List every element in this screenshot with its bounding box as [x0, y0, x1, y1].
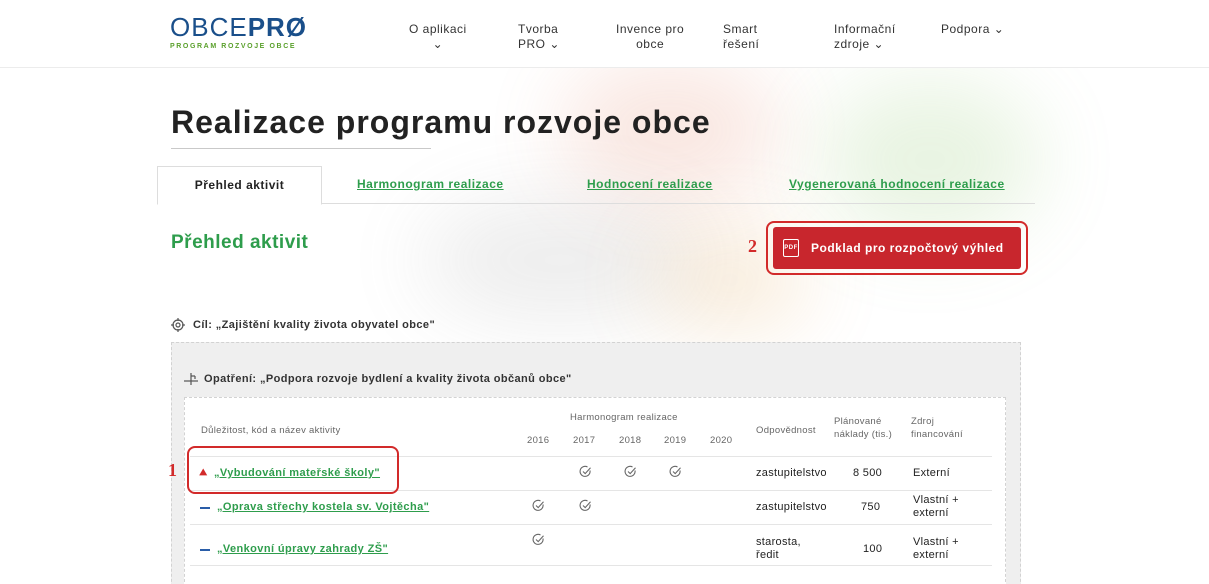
- activity-link-oprava-strechy[interactable]: „Oprava střechy kostela sv. Vojtěcha": [217, 501, 429, 513]
- target-icon: [171, 318, 185, 332]
- nav-podpora[interactable]: Podpora ⌄: [941, 22, 1004, 37]
- nav-invence-pro-obce[interactable]: Invence pro obce: [616, 22, 684, 52]
- obcepro-logo[interactable]: OBCEPRØ PROGRAM ROZVOJE OBCE: [170, 14, 307, 50]
- cost-cell: 750: [861, 501, 881, 513]
- source-cell: Vlastní + externí: [913, 536, 959, 561]
- activity-link-venkovni-upravy[interactable]: „Venkovní úpravy zahrady ZŠ": [217, 543, 388, 555]
- header-year-2019: 2019: [664, 435, 687, 446]
- pdf-icon: PDF: [783, 239, 799, 257]
- tab-harmonogram-realizace[interactable]: Harmonogram realizace: [357, 166, 504, 204]
- header-cost: Plánované náklady (tis.): [834, 416, 893, 440]
- header-activity: Důležitost, kód a název aktivity: [201, 425, 341, 436]
- measure-text: Opatření: „Podpora rozvoje bydlení a kva…: [204, 373, 572, 385]
- section-title: Přehled aktivit: [171, 232, 309, 253]
- scheduled-check-icon: [579, 499, 591, 511]
- scheduled-check-icon: [624, 465, 636, 477]
- responsible-cell: zastupitelstvo: [756, 501, 827, 513]
- header-year-2016: 2016: [527, 435, 550, 446]
- goal-text: Cíl: „Zajištění kvality života obyvatel …: [193, 319, 436, 331]
- row-divider: [190, 524, 992, 525]
- priority-medium-icon: [200, 507, 210, 509]
- nav-smart-reseni[interactable]: Smart řešení: [723, 22, 759, 52]
- scheduled-check-icon: [532, 499, 544, 511]
- annotation-number-1: 1: [168, 460, 177, 480]
- scheduled-check-icon: [669, 465, 681, 477]
- nav-informacni-zdroje[interactable]: Informační zdroje ⌄: [834, 22, 896, 52]
- activity-link-materska-skola[interactable]: „Vybudování mateřské školy": [214, 467, 380, 479]
- nav-tvorba-pro[interactable]: Tvorba PRO ⌄: [518, 22, 560, 52]
- tab-bar: Přehled aktivit Harmonogram realizace Ho…: [157, 166, 1035, 205]
- measure-heading: Opatření: „Podpora rozvoje bydlení a kva…: [184, 373, 572, 385]
- responsible-cell: zastupitelstvo: [756, 467, 827, 479]
- header-year-2018: 2018: [619, 435, 642, 446]
- budget-outlook-pdf-button[interactable]: PDF Podklad pro rozpočtový výhled: [773, 227, 1021, 269]
- header-source: Zdroj financování: [911, 416, 963, 440]
- top-header: OBCEPRØ PROGRAM ROZVOJE OBCE O aplikaci …: [0, 0, 1209, 68]
- row-divider: [190, 565, 992, 566]
- title-divider: [171, 148, 431, 149]
- tab-vygenerovana-hodnoceni[interactable]: Vygenerovaná hodnocení realizace: [789, 166, 1005, 204]
- scheduled-check-icon: [532, 533, 544, 545]
- header-responsible: Odpovědnost: [756, 425, 816, 436]
- source-cell: Externí: [913, 467, 950, 479]
- header-year-2017: 2017: [573, 435, 596, 446]
- responsible-cell: starosta, ředit: [756, 536, 801, 561]
- hierarchy-icon: [184, 373, 198, 385]
- priority-high-icon: ⯅: [198, 465, 209, 480]
- cost-cell: 100: [863, 543, 883, 555]
- goal-heading: Cíl: „Zajištění kvality života obyvatel …: [171, 318, 435, 332]
- pdf-button-label: Podklad pro rozpočtový výhled: [811, 241, 1004, 255]
- header-year-2020: 2020: [710, 435, 733, 446]
- annotation-number-2: 2: [748, 236, 757, 256]
- scheduled-check-icon: [579, 465, 591, 477]
- page-title: Realizace programu rozvoje obce: [171, 104, 711, 140]
- tab-prehled-aktivit[interactable]: Přehled aktivit: [157, 166, 322, 205]
- nav-o-aplikaci[interactable]: O aplikaci ⌄: [409, 22, 467, 52]
- tab-hodnoceni-realizace[interactable]: Hodnocení realizace: [587, 166, 713, 204]
- cost-cell: 8 500: [853, 467, 883, 479]
- source-cell: Vlastní + externí: [913, 494, 959, 519]
- priority-medium-icon: [200, 549, 210, 551]
- header-schedule: Harmonogram realizace: [570, 412, 678, 423]
